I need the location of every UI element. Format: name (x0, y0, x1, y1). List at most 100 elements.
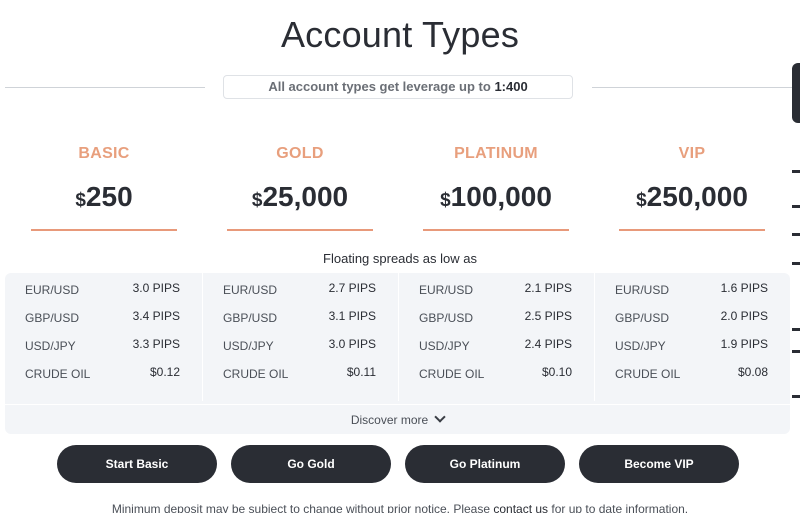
spread-row: EUR/USD 2.7 PIPS (203, 273, 398, 301)
spread-value: 2.4 PIPS (524, 337, 572, 351)
spread-value: 2.5 PIPS (524, 309, 572, 323)
spread-value: 1.9 PIPS (720, 337, 768, 351)
spread-pair: CRUDE OIL (223, 367, 289, 381)
contact-us-link[interactable]: contact us (493, 502, 548, 513)
spread-row: GBP/USD 3.4 PIPS (5, 301, 202, 329)
spread-row: USD/JPY 3.3 PIPS (5, 329, 202, 357)
account-underline (31, 229, 177, 231)
spread-pair: GBP/USD (615, 311, 670, 325)
divider-right (592, 87, 792, 88)
side-marker (792, 350, 800, 353)
account-deposit: $25,000 (227, 178, 373, 216)
spreads-label: Floating spreads as low as (323, 251, 477, 266)
go-platinum-button[interactable]: Go Platinum (405, 445, 565, 483)
spread-row: CRUDE OIL $0.12 (5, 357, 202, 385)
deposit-amount: 25,000 (262, 181, 349, 212)
account-platinum: PLATINUM $100,000 (423, 140, 569, 231)
spread-row: EUR/USD 2.1 PIPS (399, 273, 594, 301)
chevron-down-icon (434, 411, 446, 423)
leverage-banner: All account types get leverage up to 1:4… (223, 75, 573, 99)
account-basic: BASIC $250 (31, 140, 177, 231)
divider-left (5, 87, 205, 88)
spread-value: 3.3 PIPS (132, 337, 180, 351)
spread-value: 1.6 PIPS (720, 281, 768, 295)
side-marker (792, 395, 800, 398)
spread-pair: CRUDE OIL (419, 367, 485, 381)
account-underline (423, 229, 569, 231)
spread-value: 2.0 PIPS (720, 309, 768, 323)
account-underline (227, 229, 373, 231)
account-name: PLATINUM (454, 145, 538, 162)
spread-row: CRUDE OIL $0.10 (399, 357, 594, 385)
spreads-panel: EUR/USD 3.0 PIPS GBP/USD 3.4 PIPS USD/JPY 3… (5, 273, 790, 434)
spread-column-platinum: EUR/USD 2.1 PIPS GBP/USD 2.5 PIPS USD/JPY 2… (398, 273, 594, 401)
side-widget-tab[interactable] (792, 63, 800, 123)
side-marker (792, 262, 800, 265)
spread-row: EUR/USD 1.6 PIPS (595, 273, 790, 301)
account-name: VIP (678, 145, 706, 162)
account-gold: GOLD $25,000 (227, 140, 373, 231)
account-underline (619, 229, 765, 231)
spread-pair: GBP/USD (25, 311, 80, 325)
discover-more-toggle[interactable]: Discover more (5, 404, 790, 434)
spread-pair: USD/JPY (223, 339, 274, 353)
page-title: Account Types (280, 14, 520, 55)
footnote: Minimum deposit may be subject to change… (0, 502, 800, 513)
spread-row: GBP/USD 2.5 PIPS (399, 301, 594, 329)
spread-row: GBP/USD 3.1 PIPS (203, 301, 398, 329)
spread-column-basic: EUR/USD 3.0 PIPS GBP/USD 3.4 PIPS USD/JPY 3… (5, 273, 202, 401)
deposit-amount: 250 (85, 181, 133, 212)
spread-value: 2.1 PIPS (524, 281, 572, 295)
spread-value: 3.0 PIPS (132, 281, 180, 295)
spread-row: USD/JPY 2.4 PIPS (399, 329, 594, 357)
spread-pair: GBP/USD (419, 311, 474, 325)
spread-pair: EUR/USD (25, 283, 80, 297)
start-basic-button[interactable]: Start Basic (57, 445, 217, 483)
spread-value: $0.11 (346, 365, 376, 379)
spread-column-vip: EUR/USD 1.6 PIPS GBP/USD 2.0 PIPS USD/JPY 1… (594, 273, 790, 401)
deposit-amount: 100,000 (450, 181, 552, 212)
spread-pair: CRUDE OIL (615, 367, 681, 381)
spread-pair: EUR/USD (615, 283, 670, 297)
spread-value: 2.7 PIPS (328, 281, 376, 295)
spread-row: USD/JPY 3.0 PIPS (203, 329, 398, 357)
spread-value: $0.08 (737, 365, 768, 379)
account-name: GOLD (276, 145, 324, 162)
become-vip-button[interactable]: Become VIP (579, 445, 739, 483)
account-deposit: $250 (31, 178, 177, 216)
spread-row: CRUDE OIL $0.08 (595, 357, 790, 385)
spread-value: 3.1 PIPS (328, 309, 376, 323)
currency-symbol: $ (636, 190, 647, 211)
account-deposit: $100,000 (423, 178, 569, 216)
spread-pair: EUR/USD (223, 283, 278, 297)
side-marker (792, 328, 800, 331)
spread-row: CRUDE OIL $0.11 (203, 357, 398, 385)
spread-value: 3.0 PIPS (328, 337, 376, 351)
currency-symbol: $ (75, 190, 86, 211)
side-marker (792, 170, 800, 173)
spread-row: USD/JPY 1.9 PIPS (595, 329, 790, 357)
discover-more-label: Discover more (350, 413, 429, 427)
spread-value: $0.12 (149, 365, 180, 379)
spread-column-gold: EUR/USD 2.7 PIPS GBP/USD 3.1 PIPS USD/JPY 3… (202, 273, 398, 401)
side-marker (792, 233, 800, 236)
spread-pair: USD/JPY (615, 339, 666, 353)
spread-row: GBP/USD 2.0 PIPS (595, 301, 790, 329)
footnote-text: Minimum deposit may be subject to change… (111, 502, 494, 513)
spread-pair: CRUDE OIL (25, 367, 91, 381)
footnote-text-end: for up to date information. (548, 502, 689, 513)
spread-row: EUR/USD 3.0 PIPS (5, 273, 202, 301)
leverage-text: All account types get leverage up to (268, 79, 495, 94)
spread-value: $0.10 (541, 365, 572, 379)
spread-pair: GBP/USD (223, 311, 278, 325)
account-deposit: $250,000 (619, 178, 765, 216)
leverage-ratio: 1:400 (494, 79, 528, 94)
currency-symbol: $ (251, 190, 263, 211)
spread-pair: EUR/USD (419, 283, 474, 297)
side-marker (792, 205, 800, 208)
go-gold-button[interactable]: Go Gold (231, 445, 391, 483)
account-name: BASIC (78, 145, 130, 162)
currency-symbol: $ (440, 190, 451, 211)
spread-value: 3.4 PIPS (132, 309, 180, 323)
spread-pair: USD/JPY (25, 339, 76, 353)
